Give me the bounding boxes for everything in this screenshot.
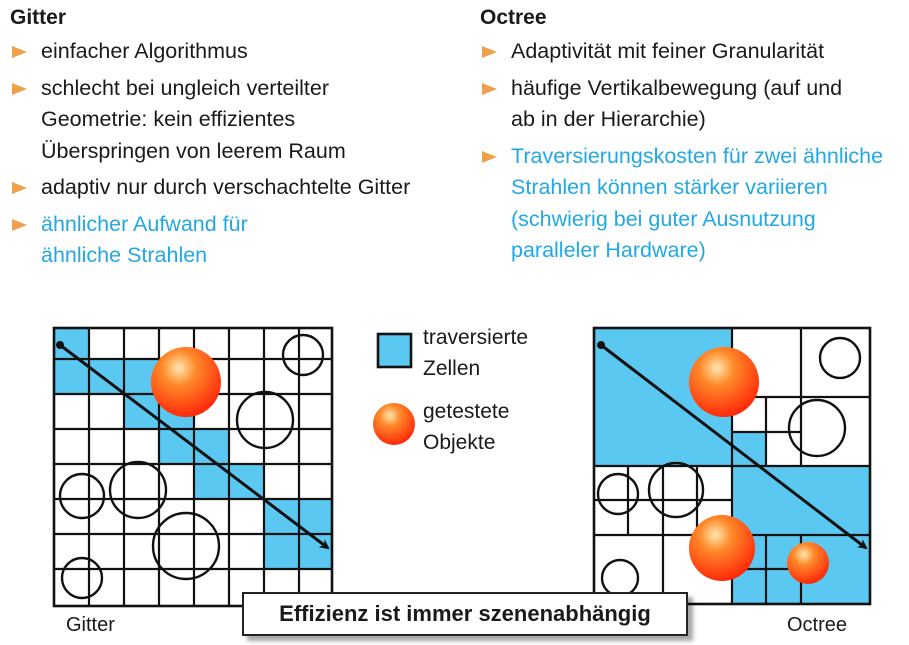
octree-tested-sphere-large [689,347,759,417]
grid-tested-sphere [151,347,221,417]
octree-tested-sphere-small [787,542,829,584]
conclusion-banner: Effizienz ist immer szenenabhängig [242,592,688,636]
octree-ray-origin [597,341,605,349]
legend [373,332,415,445]
legend-sphere-swatch [373,403,415,445]
grid-ray-origin [56,341,64,349]
octree-tested-sphere-medium [689,515,755,581]
octree-diagram [592,326,872,606]
grid-diagram [52,326,334,608]
octree-caption: Octree [787,614,848,636]
grid-caption: Gitter [66,614,115,636]
legend-cell-swatch [376,332,413,369]
legend-traversed-label: traversierte Zellen [423,326,529,380]
legend-tested-label: getestete Objekte [423,400,510,454]
